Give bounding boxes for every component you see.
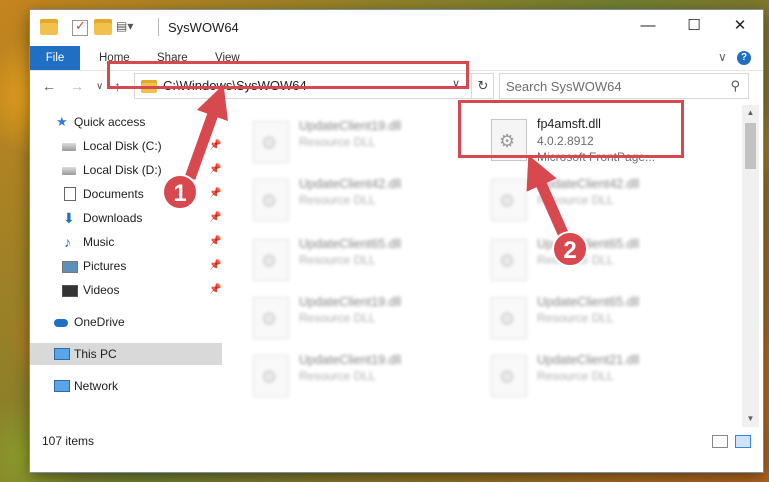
annotation-arrows <box>184 84 571 241</box>
step-2-badge: 2 <box>552 231 588 267</box>
arrow-1 <box>184 84 228 180</box>
step-1-badge: 1 <box>162 174 198 210</box>
arrow-2 <box>526 154 571 241</box>
